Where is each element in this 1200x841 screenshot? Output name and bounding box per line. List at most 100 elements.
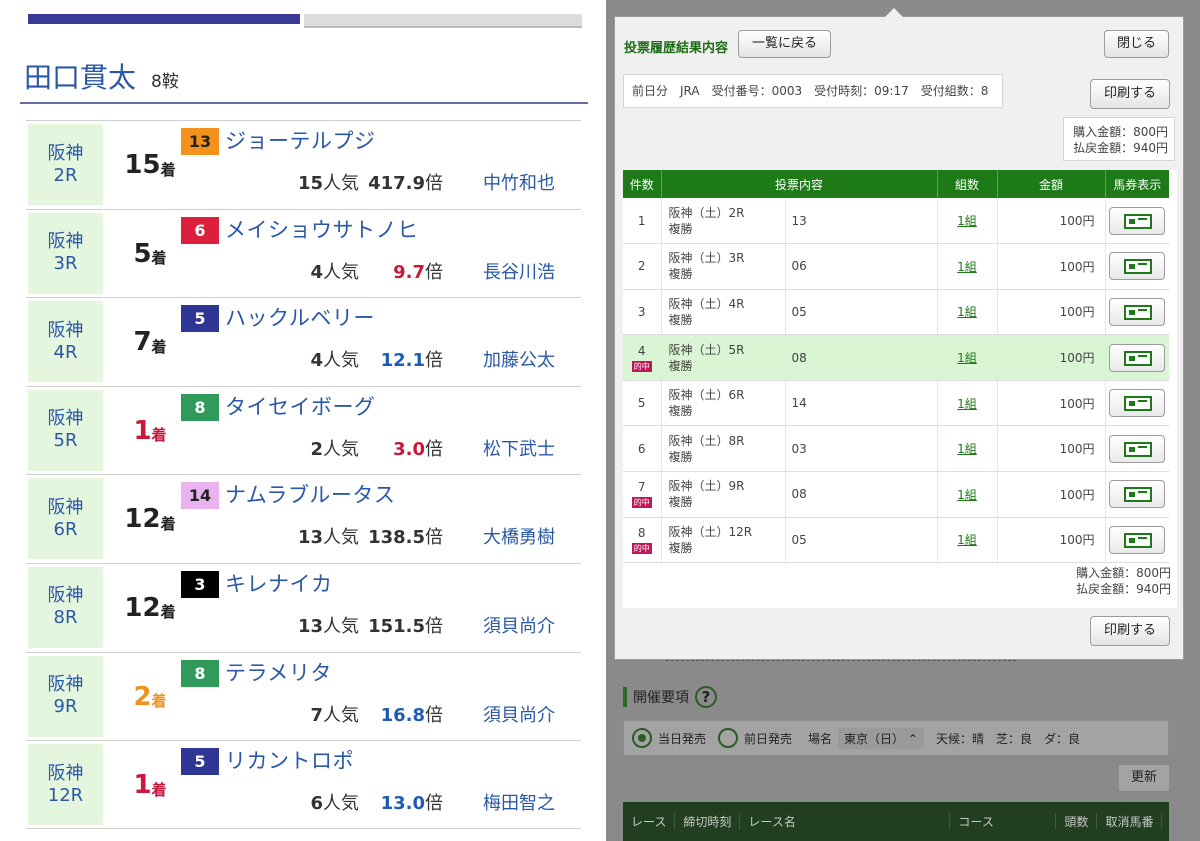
race-row[interactable]: 阪神 3R 5 着 6 メイショウサトノヒ 4人気 9.7倍 長谷川浩 [26,208,581,298]
bet-sets-link[interactable]: 1組 [957,260,977,274]
select-arrows-icon: ⌃ [907,731,918,746]
horse-number-badge: 6 [181,216,219,244]
race-venue: 阪神 [47,496,84,518]
horse-name[interactable]: ジョーテルプジ [225,125,376,155]
bet-type: 複勝 [668,540,693,555]
bet-sets-link[interactable]: 1組 [957,305,977,319]
col-sets: 組数 [937,170,998,198]
tab-bar-inactive[interactable] [304,14,582,28]
trainer-name[interactable]: 大橋勇樹 [483,523,555,549]
horse-name[interactable]: テラメリタ [225,657,332,687]
close-button[interactable]: 閉じる [1104,30,1169,58]
race-row[interactable]: 阪神 12R 1 着 5 リカントロポ 6人気 13.0倍 梅田智之 [26,740,581,829]
ticket-view-button[interactable] [1109,525,1166,554]
ticket-view-button[interactable] [1109,389,1166,418]
race-table-col: 頭数 [1056,813,1098,830]
bet-sets-cell: 1組 [937,289,998,336]
race-stats: 4人気 12.1倍 加藤公太 [181,346,581,372]
trainer-name[interactable]: 須貝尚介 [483,612,555,638]
finish-number: 1 [133,770,152,801]
race-table-header: レース 締切時刻 レース名 コース 頭数 取消馬番 [623,802,1169,841]
bet-sets-link[interactable]: 1組 [957,488,977,502]
finish-position: 2着 [114,653,186,741]
bet-number-cell: 4 的中 [623,334,662,381]
trainer-name[interactable]: 長谷川浩 [483,258,555,284]
section-title: 開催要項 [633,690,689,706]
odds: 9.7倍 [393,258,443,284]
help-icon[interactable]: ? [695,686,717,708]
horse-name[interactable]: リカントロポ [225,745,354,775]
ticket-view-button[interactable] [1109,252,1166,281]
bet-race-cell: 阪神（土）4R 複勝 [661,289,786,336]
race-venue-cell[interactable]: 阪神 3R [28,212,103,294]
radio-previous-day[interactable] [718,728,739,748]
finish-number: 1 [133,415,152,446]
popularity-rank: 13 [297,527,323,549]
race-venue-cell[interactable]: 阪神 12R [28,744,103,826]
ticket-view-button[interactable] [1109,480,1166,509]
ticket-view-button[interactable] [1109,297,1166,326]
finish-position: 12 着 [114,564,186,652]
bet-sets-link[interactable]: 1組 [957,533,977,547]
bet-row: 4 的中 阪神（土）5R 複勝 08 1組 100円 [623,334,1169,381]
bet-sets-link[interactable]: 1組 [957,442,977,456]
bet-amount: 100円 [997,334,1106,381]
radio-same-day[interactable] [632,728,652,748]
race-row[interactable]: 阪神 4R 7 着 5 ハックルベリー 4人気 12.1倍 加藤公太 [26,297,581,386]
race-row[interactable]: 阪神 8R 12 着 3 キレナイカ 13人気 151.5倍 須貝尚介 [26,562,581,652]
refresh-button[interactable]: 更新 [1118,764,1170,792]
trainer-name[interactable]: 松下武士 [483,435,555,461]
bet-number: 6 [637,441,646,456]
odds-unit: 倍 [425,793,443,815]
finish-position: 12 着 [114,475,186,563]
popularity: 7人気 [310,701,359,727]
odds: 3.0倍 [393,435,443,461]
bet-sets-link[interactable]: 1組 [957,351,977,365]
finish-number: 12 [124,504,161,535]
race-venue-cell[interactable]: 阪神 5R [28,389,103,471]
section-bar [623,687,627,707]
trainer-name[interactable]: 梅田智之 [483,789,555,815]
popularity-unit: 人気 [323,438,359,460]
bet-table-container: 件数 投票内容 組数 金額 馬券表示 1 阪神（土）2R 複勝 13 1組 100円 2 阪神… [623,170,1177,608]
race-venue-cell[interactable]: 阪神 9R [28,655,103,737]
horse-name[interactable]: タイセイボーグ [225,391,376,421]
ticket-view-button[interactable] [1109,343,1166,372]
race-venue-cell[interactable]: 阪神 2R [28,124,103,205]
ticket-view-button[interactable] [1109,206,1166,235]
bet-race-cell: 阪神（土）2R 複勝 [661,198,786,245]
race-venue-cell[interactable]: 阪神 8R [28,566,103,648]
tab-bar-active[interactable] [28,14,300,24]
horse-name[interactable]: キレナイカ [225,568,333,598]
bet-selection: 05 [785,517,938,564]
print-button-top[interactable]: 印刷する [1090,79,1170,109]
print-button-bottom[interactable]: 印刷する [1090,616,1170,646]
bet-sets-link[interactable]: 1組 [957,397,977,411]
ticket-view-button[interactable] [1109,434,1166,463]
race-row[interactable]: 阪神 6R 12 着 14 ナムラブルータス 13人気 138.5倍 大橋勇樹 [26,474,581,563]
race-row[interactable]: 阪神 9R 2 着 8 テラメリタ 7人気 16.8倍 須貝尚介 [26,651,581,741]
race-row[interactable]: 阪神 5R 1 着 8 タイセイボーグ 2人気 3.0倍 松下武士 [26,385,581,475]
finish-unit: 着 [151,780,167,799]
race-venue-cell[interactable]: 阪神 4R [28,301,103,383]
popularity: 4人気 [310,346,359,372]
bet-number: 5 [637,396,646,411]
horse-name[interactable]: メイショウサトノヒ [225,214,419,244]
bet-race: 阪神（土）2R [668,205,745,220]
horse-number-badge: 5 [181,748,219,776]
bet-selection: 13 [785,198,938,245]
back-to-list-button[interactable]: 一覧に戻る [738,30,831,58]
venue-select[interactable]: 東京（日） ⌃ [838,727,924,749]
bet-sets-cell: 1組 [937,334,998,381]
trainer-name[interactable]: 須貝尚介 [483,701,555,727]
race-venue-cell[interactable]: 阪神 6R [28,478,103,560]
finish-position: 7着 [114,298,186,386]
trainer-name[interactable]: 加藤公太 [483,346,555,372]
horse-name[interactable]: ナムラブルータス [225,479,395,509]
bet-sets-link[interactable]: 1組 [957,214,977,228]
ticket-view-cell [1105,517,1169,564]
horse-name[interactable]: ハックルベリー [225,302,375,332]
race-row[interactable]: 阪神 2R 15 着 13 ジョーテルプジ 15人気 417.9倍 中竹和也 [26,120,581,209]
trainer-name[interactable]: 中竹和也 [483,169,555,195]
bet-number: 2 [637,259,646,274]
